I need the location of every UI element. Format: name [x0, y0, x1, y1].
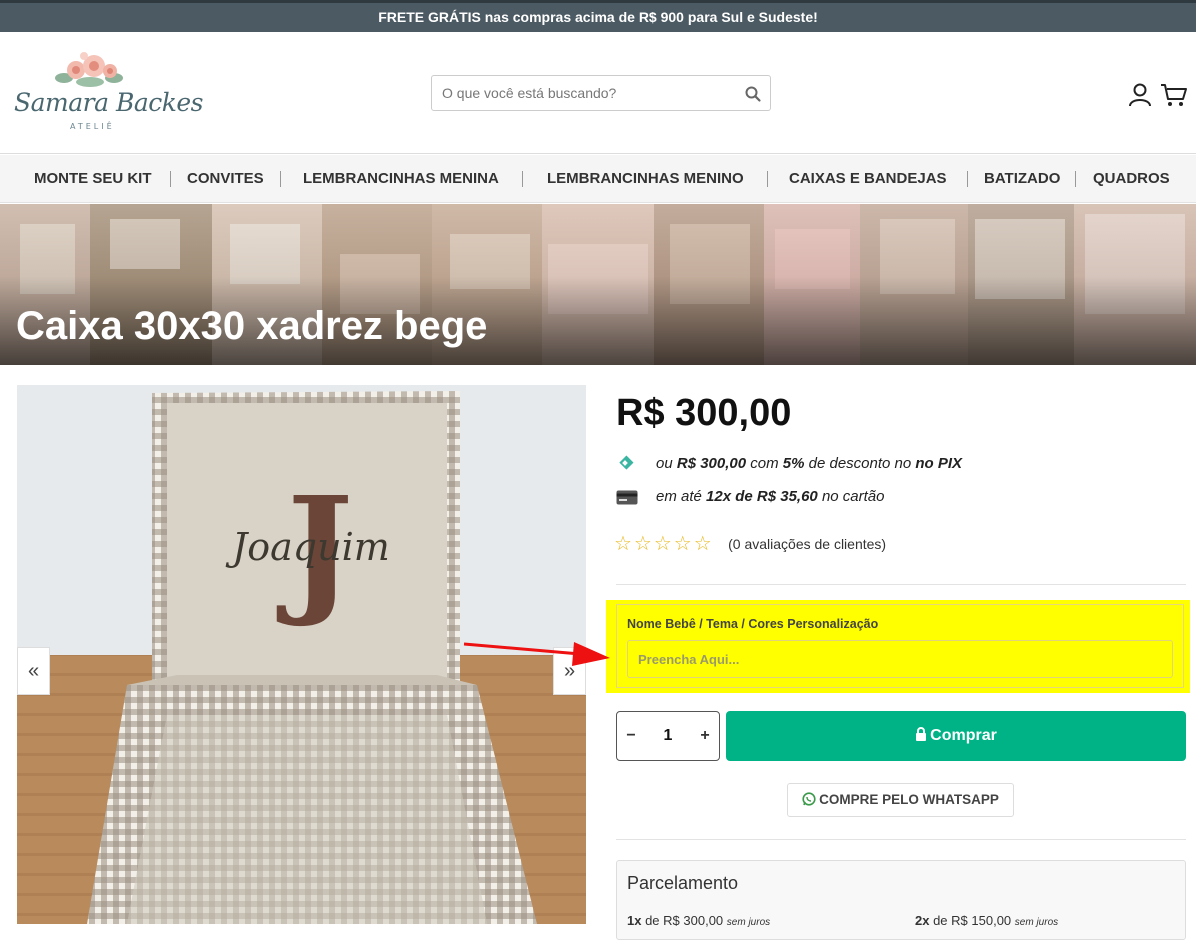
installments-panel: Parcelamento 1x de R$ 300,00 sem juros 2… [616, 860, 1186, 940]
nav-item-convites[interactable]: CONVITES [187, 155, 264, 203]
nav-item-lembrancinhas-menina[interactable]: LEMBRANCINHAS MENINA [303, 155, 499, 203]
nav-separator [280, 171, 281, 187]
shipping-announcement-text: FRETE GRÁTIS nas compras acima de R$ 900… [378, 9, 818, 25]
logo-wordmark: Samara Backes [14, 88, 204, 117]
nav-separator [967, 171, 968, 187]
pix-text: ou R$ 300,00 com 5% de desconto no no PI… [656, 455, 963, 472]
divider [616, 584, 1186, 585]
nav-separator [767, 171, 768, 187]
buy-button[interactable]: Comprar [726, 711, 1186, 761]
installment-option: 1x de R$ 300,00 sem juros [627, 913, 771, 928]
pix-icon [619, 455, 634, 470]
nav-item-monte-seu-kit[interactable]: MONTE SEU KIT [34, 155, 152, 203]
rating-count: (0 avaliações de clientes) [728, 535, 887, 552]
whatsapp-buy-button[interactable]: COMPRE PELO WHATSAPP [787, 783, 1014, 817]
site-header: Samara Backes ATELIÊ [0, 32, 1196, 154]
user-icon[interactable] [1127, 82, 1153, 108]
embroidery-name: Joaquim [225, 525, 390, 569]
credit-card-icon [616, 490, 638, 505]
buy-button-label: Comprar [930, 727, 997, 744]
quantity-stepper: − 1 + [616, 711, 720, 761]
rating-stars-icon: ☆☆☆☆☆ [614, 533, 714, 555]
shipping-announcement-bar: FRETE GRÁTIS nas compras acima de R$ 900… [0, 0, 1196, 32]
personalization-label: Nome Bebê / Tema / Cores Personalização [627, 617, 879, 631]
whatsapp-icon [802, 792, 816, 806]
flower-logo-icon [55, 52, 123, 87]
nav-separator [170, 171, 171, 187]
nav-separator [522, 171, 523, 187]
nav-separator [1075, 171, 1076, 187]
red-arrow-annotation [463, 642, 610, 666]
product-title: Caixa 30x30 xadrez bege [16, 304, 488, 348]
quantity-value[interactable]: 1 [645, 712, 691, 760]
whatsapp-button-label: COMPRE PELO WHATSAPP [819, 792, 999, 807]
store-logo[interactable]: Samara Backes ATELIÊ [12, 50, 204, 134]
cart-icon[interactable] [1160, 82, 1188, 108]
nav-item-batizado[interactable]: BATIZADO [984, 155, 1060, 203]
search-bar [431, 75, 771, 111]
quantity-increase-button[interactable]: + [691, 712, 719, 760]
installment-option: 2x de R$ 150,00 sem juros [915, 913, 1059, 928]
gallery-prev-button[interactable]: « [17, 647, 50, 695]
lock-icon [916, 727, 927, 741]
product-price: R$ 300,00 [616, 392, 792, 434]
category-banner: Caixa 30x30 xadrez bege [0, 204, 1196, 365]
quantity-decrease-button[interactable]: − [617, 712, 645, 760]
product-rating[interactable]: ☆☆☆☆☆ (0 avaliações de clientes) [614, 531, 887, 555]
installments-title: Parcelamento [627, 873, 739, 893]
divider [616, 839, 1186, 840]
nav-item-caixas-e-bandejas[interactable]: CAIXAS E BANDEJAS [789, 155, 947, 203]
card-text: em até 12x de R$ 35,60 no cartão [656, 488, 885, 505]
search-icon[interactable] [744, 85, 762, 103]
main-navigation: MONTE SEU KIT CONVITES LEMBRANCINHAS MEN… [0, 155, 1196, 203]
nav-item-lembrancinhas-menino[interactable]: LEMBRANCINHAS MENINO [547, 155, 744, 203]
personalization-input[interactable] [627, 640, 1173, 678]
logo-subtitle: ATELIÊ [70, 122, 115, 131]
nav-item-quadros[interactable]: QUADROS [1093, 155, 1170, 203]
search-input[interactable] [432, 76, 732, 110]
